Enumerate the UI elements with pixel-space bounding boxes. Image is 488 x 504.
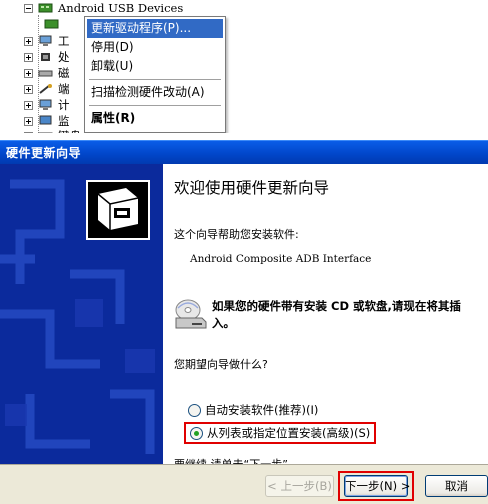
tree-item-category[interactable]: 监 — [24, 113, 70, 129]
category-label: 监 — [58, 114, 70, 128]
tree-item-category[interactable]: 工 — [24, 33, 70, 49]
disk-drive-icon — [38, 70, 53, 77]
expand-toggle[interactable] — [24, 84, 33, 94]
device-category-label: Android USB Devices — [58, 1, 184, 15]
tree-item-category[interactable]: 处 — [24, 49, 70, 65]
menu-separator — [89, 105, 221, 106]
collapse-toggle[interactable] — [24, 3, 33, 13]
cd-drive-icon — [175, 299, 207, 329]
computer-icon — [39, 35, 52, 46]
tree-item-android-usb-devices[interactable]: Android USB Devices — [24, 0, 183, 16]
button-bar: < 上一步(B) 下一步(N) > 取消 — [0, 464, 488, 504]
tree-item-category[interactable]: 计 — [24, 97, 70, 113]
radio-label: 从列表或指定位置安装(高级)(S) — [207, 426, 371, 440]
menu-item-properties[interactable]: 属性(R) — [87, 109, 223, 128]
window-title: 硬件更新向导 — [6, 146, 82, 160]
expand-toggle[interactable] — [24, 52, 33, 62]
keyboard-icon — [38, 132, 53, 133]
question-text: 您期望向导做什么? — [174, 358, 268, 371]
device-icon — [44, 19, 59, 29]
category-label: 处 — [58, 50, 70, 64]
radio-auto-install[interactable]: 自动安装软件(推荐)(I) — [188, 402, 318, 418]
usb-device-icon — [38, 3, 53, 13]
title-bar[interactable]: 硬件更新向导 — [0, 140, 488, 164]
cancel-button[interactable]: 取消 — [425, 475, 488, 497]
radio-install-from-list[interactable]: 从列表或指定位置安装(高级)(S) — [184, 422, 377, 444]
expand-toggle[interactable] — [24, 100, 33, 110]
intro-text: 这个向导帮助您安装软件: — [174, 228, 299, 241]
next-button-highlight: 下一步(N) > — [338, 471, 414, 501]
expand-toggle[interactable] — [24, 36, 33, 46]
expand-toggle[interactable] — [24, 116, 33, 126]
tree-item-category[interactable]: 端 — [24, 81, 70, 97]
menu-item-disable[interactable]: 停用(D) — [87, 38, 223, 57]
category-label: 端 — [58, 82, 70, 96]
wizard-content: 欢迎使用硬件更新向导 这个向导帮助您安装软件: Android Composit… — [163, 164, 488, 471]
processor-icon — [41, 53, 50, 61]
device-name: Android Composite ADB Interface — [190, 253, 372, 265]
expand-toggle[interactable] — [24, 131, 33, 133]
radio-button[interactable] — [188, 403, 201, 417]
tree-item-category[interactable]: 键盘 — [24, 128, 81, 133]
port-icon — [39, 84, 52, 94]
category-label: 磁 — [58, 66, 70, 80]
category-label: 键盘 — [58, 128, 81, 133]
menu-item-uninstall[interactable]: 卸载(U) — [87, 57, 223, 76]
radio-button-selected[interactable] — [190, 426, 203, 440]
computer-icon — [39, 99, 52, 110]
category-label: 计 — [58, 98, 70, 112]
device-manager-tree: Android USB Devices 工 处 磁 端 计 监 更新驱动程序(P… — [0, 0, 488, 133]
radio-label: 自动安装软件(推荐)(I) — [205, 403, 319, 417]
tree-item-android-device[interactable] — [44, 16, 59, 32]
back-button[interactable]: < 上一步(B) — [265, 475, 334, 497]
cd-hint: 如果您的硬件带有安装 CD 或软盘,请现在将其插入。 — [212, 299, 461, 330]
wizard-sidebar — [0, 164, 163, 464]
category-label: 工 — [58, 34, 70, 48]
expand-toggle[interactable] — [24, 68, 33, 78]
hardware-update-wizard: 硬件更新向导 欢迎使用硬件更新向导 这个向导帮助您安装软件: Android C… — [0, 140, 488, 504]
welcome-heading: 欢迎使用硬件更新向导 — [174, 179, 330, 197]
monitor-icon — [39, 115, 52, 125]
tree-item-category[interactable]: 磁 — [24, 65, 70, 81]
menu-item-update-driver[interactable]: 更新驱动程序(P)... — [87, 19, 223, 38]
hardware-wizard-icon — [86, 180, 150, 240]
menu-separator — [89, 79, 221, 80]
context-menu: 更新驱动程序(P)... 停用(D) 卸载(U) 扫描检测硬件改动(A) 属性(… — [84, 16, 226, 133]
next-button[interactable]: 下一步(N) > — [344, 475, 410, 497]
menu-item-scan-hardware[interactable]: 扫描检测硬件改动(A) — [87, 83, 223, 102]
